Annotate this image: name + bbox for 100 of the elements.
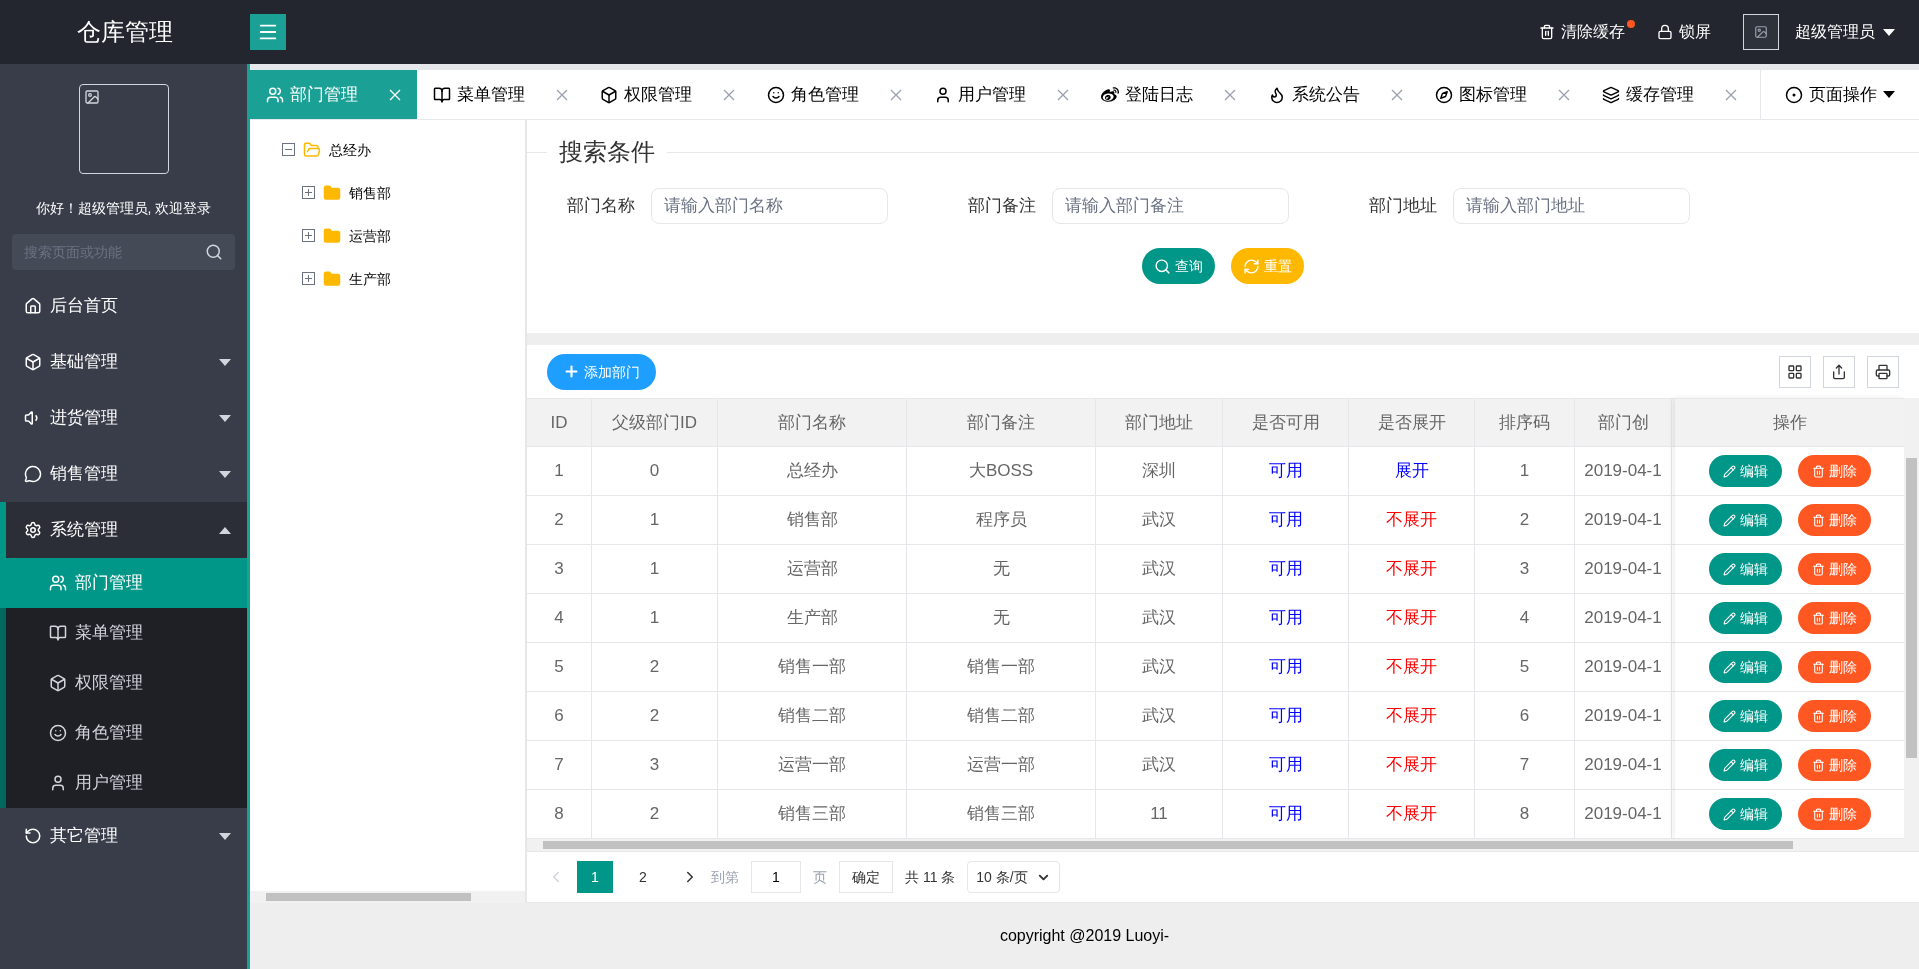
sidebar-item[interactable]: 其它管理 xyxy=(0,808,247,864)
sidebar-item[interactable]: 后台首页 xyxy=(0,278,247,334)
sidebar-subitem[interactable]: 权限管理 xyxy=(6,658,247,708)
close-icon[interactable] xyxy=(1558,88,1570,101)
broken-image-icon xyxy=(1754,25,1768,39)
page-number-field[interactable]: 1 xyxy=(751,861,801,893)
pencil-icon xyxy=(1722,611,1736,625)
table-cell: 销售二部 xyxy=(718,692,907,740)
menu-toggle-button[interactable] xyxy=(250,14,286,50)
sidebar-subitem[interactable]: 菜单管理 xyxy=(6,608,247,658)
export-icon xyxy=(1831,363,1847,380)
tree-node-label[interactable]: 销售部 xyxy=(349,182,391,203)
table-cell: 运营一部 xyxy=(718,741,907,789)
table-cell: 销售一部 xyxy=(718,643,907,691)
close-icon[interactable] xyxy=(1224,88,1236,101)
goto-label: 到第 xyxy=(711,868,739,887)
page-button[interactable]: 1 xyxy=(577,861,613,893)
page-tab[interactable]: 系统公告 xyxy=(1252,70,1419,119)
table-cell: 2 xyxy=(592,790,718,838)
expand-icon[interactable] xyxy=(302,186,315,199)
horizontal-scrollbar[interactable] xyxy=(250,891,525,903)
sidebar-item[interactable]: 系统管理 xyxy=(0,502,247,558)
tree-node-label[interactable]: 总经办 xyxy=(329,139,371,160)
edit-button[interactable]: 编辑 xyxy=(1708,504,1782,536)
broken-image-icon xyxy=(83,89,100,105)
page-tab[interactable]: 角色管理 xyxy=(751,70,918,119)
grid-icon xyxy=(1787,363,1803,380)
page-size-select[interactable]: 10 条/页 xyxy=(967,861,1060,893)
table-cell: 2019-04-1 xyxy=(1575,545,1672,593)
close-icon[interactable] xyxy=(1391,88,1403,101)
lock-icon xyxy=(1657,24,1673,40)
edit-button[interactable]: 编辑 xyxy=(1708,700,1782,732)
close-icon[interactable] xyxy=(890,88,902,101)
tree-node-label[interactable]: 生产部 xyxy=(349,268,391,289)
toolbar-button[interactable] xyxy=(1779,355,1811,388)
vertical-scrollbar[interactable] xyxy=(1904,398,1919,839)
table-cell: 销售部 xyxy=(718,496,907,544)
edit-button[interactable]: 编辑 xyxy=(1708,553,1782,585)
header-action[interactable]: 清除缓存 xyxy=(1539,20,1625,44)
confirm-button[interactable]: 确定 xyxy=(839,861,893,893)
page-tab[interactable]: 登陆日志 xyxy=(1085,70,1252,119)
gear-icon xyxy=(24,521,42,539)
close-icon[interactable] xyxy=(1725,88,1737,101)
welcome-text: 你好！超级管理员, 欢迎登录 xyxy=(34,199,213,218)
table-cell: 2019-04-1 xyxy=(1575,692,1672,740)
horizontal-scrollbar[interactable] xyxy=(527,839,1919,851)
sidebar-item[interactable]: 销售管理 xyxy=(0,446,247,502)
table-cell: 运营一部 xyxy=(907,741,1096,789)
column-header: 父级部门ID xyxy=(592,399,718,446)
form-button[interactable]: 查询 xyxy=(1142,248,1215,284)
table-cell: 无 xyxy=(907,545,1096,593)
expand-icon[interactable] xyxy=(302,272,315,285)
edit-button[interactable]: 编辑 xyxy=(1708,749,1782,781)
search-input-field[interactable]: 请输入部门备注 xyxy=(1052,188,1289,224)
table-cell: 8 xyxy=(527,790,592,838)
tree-node-label[interactable]: 运营部 xyxy=(349,225,391,246)
search-input-field[interactable]: 请输入部门地址 xyxy=(1453,188,1690,224)
search-icon xyxy=(205,243,223,261)
pencil-icon xyxy=(1722,513,1736,527)
edit-button[interactable]: 编辑 xyxy=(1708,455,1782,487)
search-input-field[interactable]: 请输入部门名称 xyxy=(651,188,888,224)
sidebar-label: 权限管理 xyxy=(75,672,143,695)
caret-icon xyxy=(219,358,231,366)
page-button[interactable]: 2 xyxy=(625,861,661,893)
collapse-icon[interactable] xyxy=(282,143,295,156)
user-menu[interactable]: 超级管理员 xyxy=(1795,20,1895,44)
table-cell: 大BOSS xyxy=(907,447,1096,495)
table-cell: 深圳 xyxy=(1096,447,1223,495)
tab-label: 图标管理 xyxy=(1459,83,1527,106)
table-cell: 7 xyxy=(527,741,592,789)
page-tab[interactable]: 缓存管理 xyxy=(1586,70,1753,119)
sidebar-subitem[interactable]: 角色管理 xyxy=(6,708,247,758)
page-tab[interactable]: 权限管理 xyxy=(584,70,751,119)
close-icon[interactable] xyxy=(723,88,735,101)
folder-icon xyxy=(323,183,341,202)
page-tab[interactable]: 图标管理 xyxy=(1419,70,1586,119)
header-action[interactable]: 锁屏 xyxy=(1657,20,1711,44)
page-actions-button[interactable]: 页面操作 xyxy=(1761,70,1919,119)
edit-button[interactable]: 编辑 xyxy=(1708,602,1782,634)
pencil-icon xyxy=(1722,709,1736,723)
page-tab[interactable]: 用户管理 xyxy=(918,70,1085,119)
table-cell: 运营部 xyxy=(718,545,907,593)
close-icon[interactable] xyxy=(1057,88,1069,101)
expand-icon[interactable] xyxy=(302,229,315,242)
table-cell: 3 xyxy=(527,545,592,593)
close-icon[interactable] xyxy=(556,88,568,101)
trash-icon xyxy=(1811,807,1825,821)
table-cell: 7 xyxy=(1475,741,1575,789)
page-tab[interactable]: 菜单管理 xyxy=(417,70,584,119)
toolbar-button[interactable] xyxy=(1823,355,1855,388)
toolbar-button[interactable] xyxy=(1867,355,1899,388)
edit-button[interactable]: 编辑 xyxy=(1708,651,1782,683)
edit-button[interactable]: 编辑 xyxy=(1708,798,1782,830)
sidebar-item[interactable]: 基础管理 xyxy=(0,334,247,390)
plus-icon xyxy=(563,363,580,380)
sidebar-subitem[interactable]: 部门管理 xyxy=(0,558,247,608)
sidebar-subitem[interactable]: 用户管理 xyxy=(6,758,247,808)
sidebar-item[interactable]: 进货管理 xyxy=(0,390,247,446)
sidebar-label: 用户管理 xyxy=(75,772,143,795)
person-icon xyxy=(49,774,67,792)
